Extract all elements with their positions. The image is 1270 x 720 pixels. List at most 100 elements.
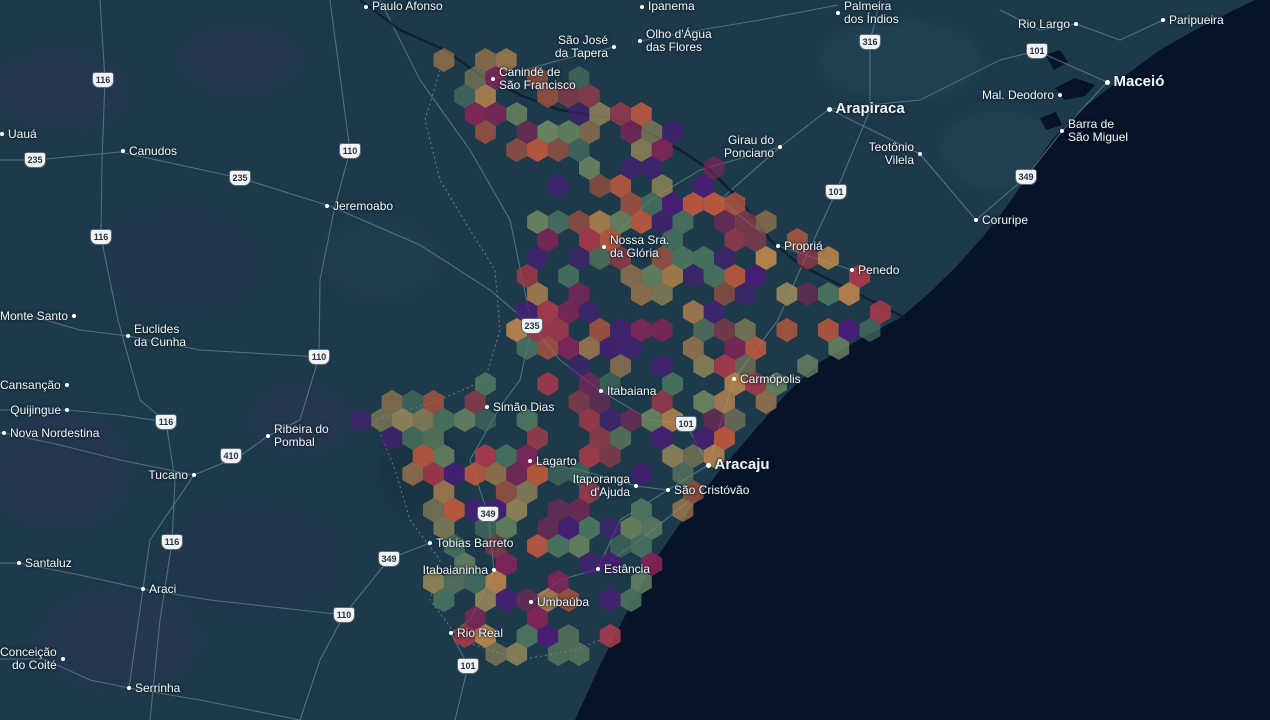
city-label[interactable]: Rio Real [449,625,504,640]
city-dot-icon [364,4,368,9]
city-name: Canudos [129,143,178,158]
city-dot-icon [485,405,489,409]
city-label[interactable]: Aracaju [705,456,770,473]
city-dot-icon [1104,79,1110,85]
city-label[interactable]: Tucano [148,468,196,482]
city-dot-icon [826,106,832,112]
city-name: Itabaianinha [422,562,488,577]
city-label[interactable]: Coruripe [974,213,1028,227]
city-label[interactable]: Monte Santo [0,309,77,323]
city-dot-icon [1161,18,1165,22]
city-name: Rio Real [457,625,504,640]
city-label[interactable]: Estância [596,561,651,576]
city-label[interactable]: Barra de São Miguel [1060,118,1128,144]
city-label[interactable]: Conceição do Coité [0,646,65,672]
city-label[interactable]: Nova Nordestina [2,426,99,440]
city-label[interactable]: Maceió [1104,74,1164,90]
city-name: Propriá [784,238,823,253]
city-dot-icon [732,377,736,381]
city-name: São Cristóvão [674,482,750,497]
city-name: Euclides da Cunha [134,322,187,349]
city-dot-icon [60,657,65,661]
city-label[interactable]: Ipanema [640,0,695,13]
city-name: Palmeira dos Índios [844,0,899,26]
city-dot-icon [596,567,600,571]
city-label[interactable]: Ribeira do Pombal [266,423,329,449]
city-name: Aracaju [714,456,770,473]
highway-shield: 235 [25,153,45,167]
city-dot-icon [974,218,978,222]
highway-shield: 101 [1027,44,1047,58]
highway-shield: 316 [860,35,880,49]
city-dot-icon [1060,129,1064,133]
city-label[interactable]: São Cristóvão [666,482,750,497]
city-dot-icon [528,459,532,463]
city-dot-icon [121,149,125,153]
city-name: Tobias Barreto [436,535,514,550]
city-label[interactable]: Umbaúba [529,594,590,609]
map-canvas[interactable] [0,0,1270,720]
highway-shield: 101 [458,659,478,673]
city-label[interactable]: Araci [141,582,176,596]
city-dot-icon [64,383,69,387]
city-label[interactable]: Arapiraca [826,101,905,117]
highway-shield: 110 [334,608,354,622]
city-name: Penedo [858,262,900,277]
city-dot-icon [638,39,642,43]
city-label[interactable]: Santaluz [17,556,72,570]
city-dot-icon [1058,93,1062,97]
city-label[interactable]: Cansanção [0,377,69,392]
city-name: Girau do Ponciano [723,133,774,160]
city-label[interactable]: Paulo Afonso [364,0,443,13]
city-name: Cansanção [0,377,61,392]
city-label[interactable]: Teotônio Vilela [869,141,922,167]
city-label[interactable]: Tobias Barreto [428,535,514,550]
city-label[interactable]: Mal. Deodoro [982,88,1062,102]
city-label[interactable]: Penedo [850,262,900,277]
city-label[interactable]: Propriá [776,238,823,253]
city-label[interactable]: Jeremoabo [325,199,393,213]
city-dot-icon [491,77,495,81]
city-label[interactable]: Olho d'Água das Flores [638,28,712,54]
city-dot-icon [778,145,782,149]
highway-shield: 101 [676,417,696,431]
city-label[interactable]: Uauá [0,127,37,141]
city-dot-icon [192,473,196,477]
city-label[interactable]: Euclides da Cunha [126,323,186,349]
city-label[interactable]: Canudos [121,143,178,158]
city-dot-icon [492,568,496,572]
city-name: Itabaiana [607,383,657,398]
city-label[interactable]: São José da Tapera [555,34,616,60]
city-name: Umbaúba [537,594,590,609]
city-name: Estância [604,561,651,576]
city-name: Simão Dias [493,399,555,414]
city-label[interactable]: Rio Largo [1018,17,1078,31]
city-label[interactable]: Lagarto [528,454,577,468]
city-label[interactable]: Quijingue [10,402,69,417]
city-label[interactable]: Itabaianinha [422,562,496,577]
city-name: Nossa Sra. da Glória [610,233,670,260]
highway-shield: 116 [162,535,182,549]
city-label[interactable]: Nossa Sra. da Glória [602,234,669,260]
map-view[interactable]: 116 235 110 235 116 316 101 101 349 235 110 116 410 1… [0,0,1270,720]
highway-shield: 235 [522,319,542,333]
city-label[interactable]: Itabaiana [599,383,657,398]
city-label[interactable]: Girau do Ponciano [724,134,782,160]
city-label[interactable]: Canindé de São Francisco [491,66,576,92]
city-label[interactable]: Simão Dias [485,399,555,414]
highway-shield: 110 [340,144,360,158]
city-dot-icon [776,244,780,248]
city-name: Quijingue [10,402,61,417]
city-label[interactable]: Itaporanga d'Ajuda [573,473,638,499]
city-label[interactable]: Serrinha [127,681,180,695]
highway-shield: 349 [478,507,498,521]
city-label[interactable]: Carmópolis [732,372,801,386]
city-dot-icon [602,245,606,249]
city-label[interactable]: Paripueira [1161,13,1224,27]
city-dot-icon [850,268,854,272]
city-label[interactable]: Palmeira dos Índios [836,0,899,26]
highway-shield: 349 [379,552,399,566]
highway-shield: 235 [230,171,250,185]
city-dot-icon [2,431,6,435]
city-dot-icon [529,600,533,604]
